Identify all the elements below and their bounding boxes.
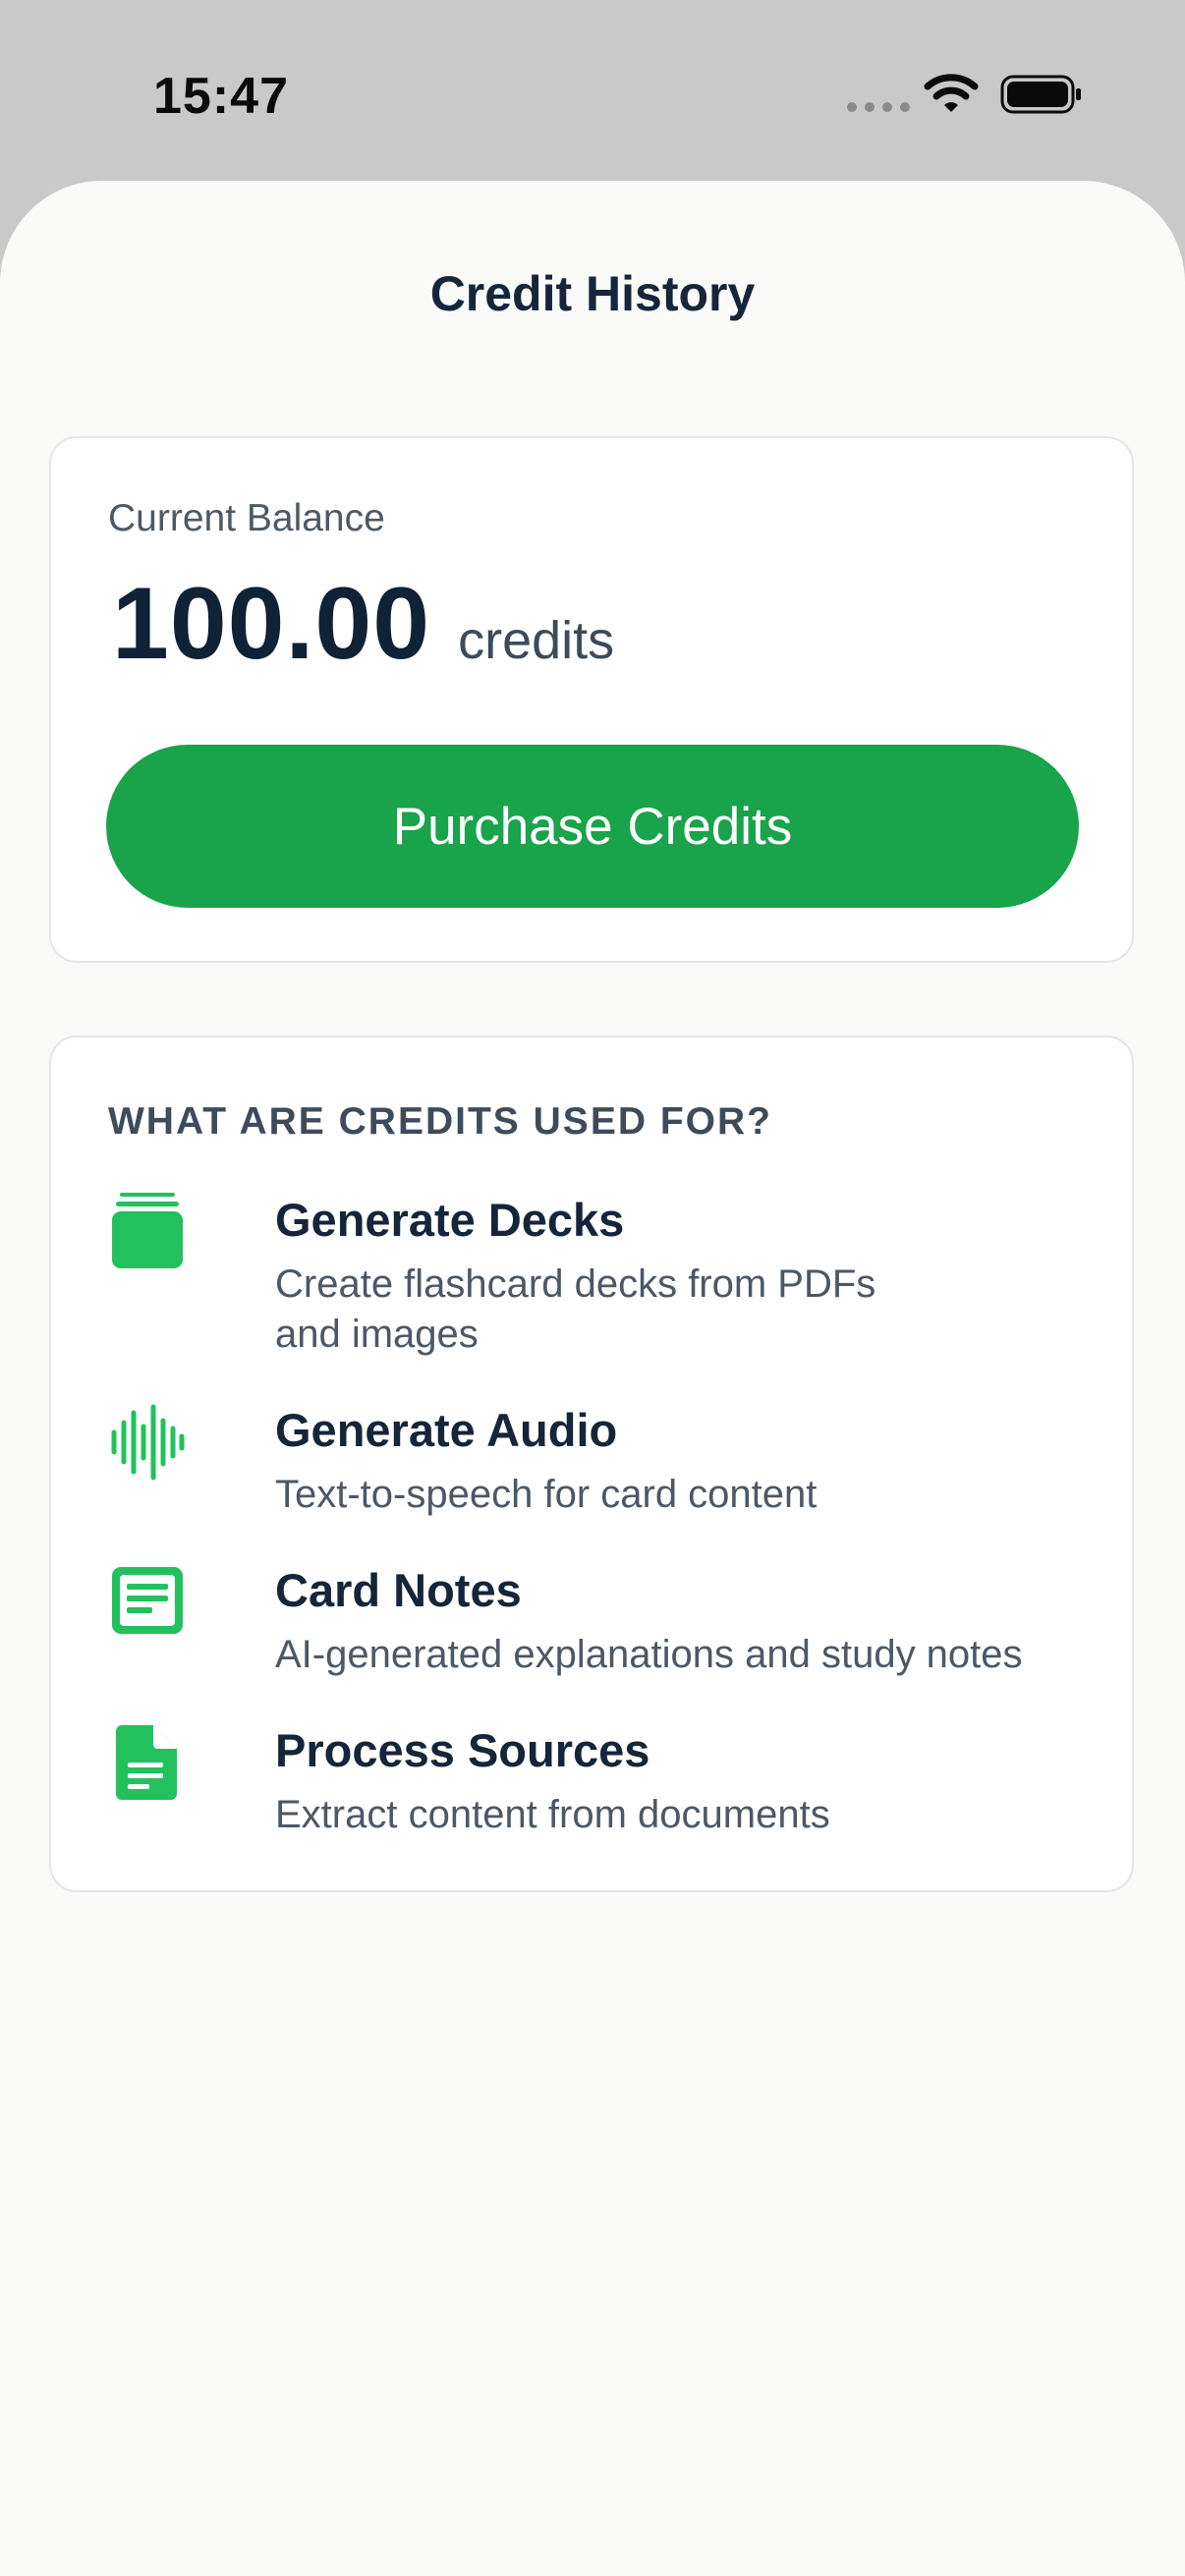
item-description: Text-to-speech for card content [275,1473,818,1516]
section-heading: WHAT ARE CREDITS USED FOR? [108,1100,772,1143]
waveform-icon [111,1404,185,1481]
notes-icon [112,1567,183,1634]
item-title: Card Notes [275,1564,522,1616]
wifi-icon [924,74,979,112]
item-title: Generate Audio [275,1404,618,1456]
item-description: Extract content from documents [275,1793,830,1836]
item-title: Process Sources [275,1724,650,1776]
balance-unit: credits [458,611,615,670]
status-time: 15:47 [153,68,289,125]
credit-history-sheet: Credit History Current Balance 100.00 cr… [0,181,1185,2576]
balance-row: 100.00 credits [112,566,614,683]
balance-label: Current Balance [108,497,385,539]
item-description: Create flashcard decks from PDFs and ima… [275,1262,876,1356]
cellular-signal-icon [847,102,910,112]
purchase-credits-button[interactable]: Purchase Credits [106,745,1079,908]
stack-icon [112,1193,183,1268]
document-icon [116,1725,177,1800]
credits-usage-card: WHAT ARE CREDITS USED FOR? Generate Deck… [49,1036,1134,1892]
battery-icon [1000,75,1081,114]
item-description: AI-generated explanations and study note… [275,1633,1023,1676]
balance-amount: 100.00 [112,567,431,681]
balance-card: Current Balance 100.00 credits Purchase … [49,436,1134,963]
item-title: Generate Decks [275,1194,625,1246]
status-bar: 15:47 [0,0,1185,187]
page-title: Credit History [429,266,756,321]
